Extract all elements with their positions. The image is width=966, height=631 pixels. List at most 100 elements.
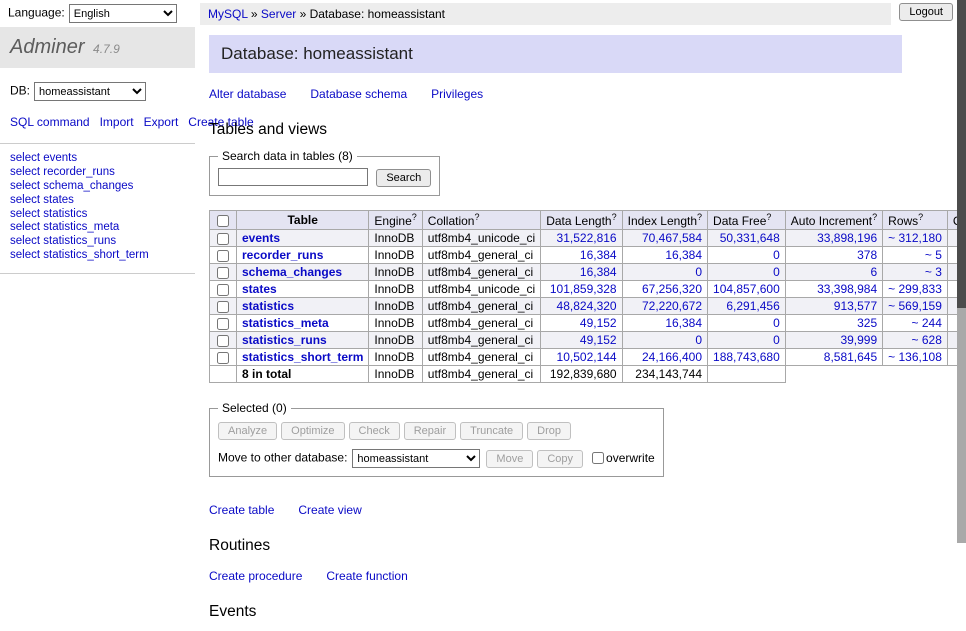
privileges-link[interactable]: Privileges xyxy=(431,87,483,101)
table-name-link[interactable]: statistics xyxy=(242,299,294,313)
sidebar-table-link-statistics-short-term[interactable]: statistics_short_term xyxy=(43,249,148,261)
auto-increment-link[interactable]: 8,581,645 xyxy=(824,350,877,364)
auto-increment-link[interactable]: 378 xyxy=(857,248,877,262)
data-free-link[interactable]: 0 xyxy=(773,333,780,347)
sidebar-table-link-statistics-meta[interactable]: statistics_meta xyxy=(43,221,119,233)
auto-increment-link[interactable]: 325 xyxy=(857,316,877,330)
index-length-link[interactable]: 24,166,400 xyxy=(642,350,702,364)
row-checkbox[interactable] xyxy=(217,284,229,296)
data-length-link[interactable]: 31,522,816 xyxy=(557,231,617,245)
overwrite-checkbox[interactable] xyxy=(592,452,604,464)
row-checkbox[interactable] xyxy=(217,233,229,245)
sidebar-action-sql-command[interactable]: SQL command xyxy=(10,115,90,129)
sidebar-select-link-recorder-runs[interactable]: select xyxy=(10,166,40,178)
data-free-link[interactable]: 188,743,680 xyxy=(713,350,780,364)
sidebar-select-link-statistics-short-term[interactable]: select xyxy=(10,249,40,261)
sidebar-table-link-events[interactable]: events xyxy=(43,152,77,164)
index-length-link[interactable]: 0 xyxy=(695,333,702,347)
index-length-link[interactable]: 67,256,320 xyxy=(642,282,702,296)
index-length-link[interactable]: 16,384 xyxy=(665,248,702,262)
check-button[interactable]: Check xyxy=(349,422,400,440)
sidebar-select-link-events[interactable]: select xyxy=(10,152,40,164)
auto-increment-link[interactable]: 33,898,196 xyxy=(817,231,877,245)
rows-link[interactable]: ~ 569,159 xyxy=(888,299,942,313)
sidebar-select-link-statistics-meta[interactable]: select xyxy=(10,221,40,233)
row-checkbox[interactable] xyxy=(217,335,229,347)
data-length-link[interactable]: 101,859,328 xyxy=(550,282,617,296)
index-length-link[interactable]: 70,467,584 xyxy=(642,231,702,245)
sidebar-select-link-statistics[interactable]: select xyxy=(10,208,40,220)
breadcrumb-link-server[interactable]: Server xyxy=(261,7,296,21)
alter-database-link[interactable]: Alter database xyxy=(209,87,286,101)
column-help-icon[interactable]: ? xyxy=(412,212,417,222)
table-name-link[interactable]: statistics_short_term xyxy=(242,350,363,364)
index-length-link[interactable]: 16,384 xyxy=(665,316,702,330)
auto-increment-link[interactable]: 39,999 xyxy=(840,333,877,347)
table-name-link[interactable]: statistics_runs xyxy=(242,333,327,347)
create-view-link[interactable]: Create view xyxy=(298,503,361,517)
data-length-link[interactable]: 16,384 xyxy=(580,248,617,262)
index-length-link[interactable]: 72,220,672 xyxy=(642,299,702,313)
rows-link[interactable]: ~ 136,108 xyxy=(888,350,942,364)
data-free-link[interactable]: 0 xyxy=(773,265,780,279)
repair-button[interactable]: Repair xyxy=(404,422,456,440)
auto-increment-link[interactable]: 913,577 xyxy=(834,299,877,313)
breadcrumb-link-mysql[interactable]: MySQL xyxy=(208,7,248,21)
table-name-link[interactable]: events xyxy=(242,231,280,245)
rows-link[interactable]: ~ 244 xyxy=(912,316,942,330)
data-length-link[interactable]: 10,502,144 xyxy=(557,350,617,364)
create-function-link[interactable]: Create function xyxy=(326,569,407,583)
row-checkbox[interactable] xyxy=(217,318,229,330)
move-db-select[interactable]: homeassistant xyxy=(352,449,480,468)
data-length-link[interactable]: 48,824,320 xyxy=(557,299,617,313)
sidebar-table-link-schema-changes[interactable]: schema_changes xyxy=(43,180,133,192)
table-name-link[interactable]: states xyxy=(242,282,277,296)
sidebar-select-link-schema-changes[interactable]: select xyxy=(10,180,40,192)
data-free-link[interactable]: 0 xyxy=(773,248,780,262)
auto-increment-link[interactable]: 6 xyxy=(870,265,877,279)
analyze-button[interactable]: Analyze xyxy=(218,422,277,440)
data-length-link[interactable]: 49,152 xyxy=(580,316,617,330)
data-free-link[interactable]: 104,857,600 xyxy=(713,282,780,296)
create-table-link[interactable]: Create table xyxy=(209,503,274,517)
table-name-link[interactable]: recorder_runs xyxy=(242,248,323,262)
move-button[interactable]: Move xyxy=(486,450,533,468)
sidebar-table-link-states[interactable]: states xyxy=(43,194,74,206)
sidebar-action-import[interactable]: Import xyxy=(100,115,134,129)
rows-link[interactable]: ~ 299,833 xyxy=(888,282,942,296)
sidebar-action-export[interactable]: Export xyxy=(144,115,179,129)
data-free-link[interactable]: 0 xyxy=(773,316,780,330)
index-length-link[interactable]: 0 xyxy=(695,265,702,279)
column-help-icon[interactable]: ? xyxy=(697,212,702,222)
sidebar-table-link-recorder-runs[interactable]: recorder_runs xyxy=(43,166,115,178)
row-checkbox[interactable] xyxy=(217,352,229,364)
table-name-link[interactable]: schema_changes xyxy=(242,265,342,279)
auto-increment-link[interactable]: 33,398,984 xyxy=(817,282,877,296)
data-free-link[interactable]: 50,331,648 xyxy=(720,231,780,245)
data-free-link[interactable]: 6,291,456 xyxy=(726,299,779,313)
optimize-button[interactable]: Optimize xyxy=(281,422,344,440)
row-checkbox[interactable] xyxy=(217,267,229,279)
sidebar-table-link-statistics-runs[interactable]: statistics_runs xyxy=(43,235,116,247)
create-procedure-link[interactable]: Create procedure xyxy=(209,569,302,583)
scrollbar-thumb[interactable] xyxy=(957,0,966,308)
drop-button[interactable]: Drop xyxy=(527,422,571,440)
database-schema-link[interactable]: Database schema xyxy=(310,87,407,101)
row-checkbox[interactable] xyxy=(217,250,229,262)
column-help-icon[interactable]: ? xyxy=(612,212,617,222)
sidebar-select-link-statistics-runs[interactable]: select xyxy=(10,235,40,247)
table-name-link[interactable]: statistics_meta xyxy=(242,316,329,330)
truncate-button[interactable]: Truncate xyxy=(460,422,523,440)
scrollbar[interactable] xyxy=(957,0,966,543)
db-select[interactable]: homeassistant xyxy=(34,82,146,101)
column-help-icon[interactable]: ? xyxy=(474,212,479,222)
language-select[interactable]: English xyxy=(69,4,177,23)
search-input[interactable] xyxy=(218,168,368,186)
rows-link[interactable]: ~ 312,180 xyxy=(888,231,942,245)
sidebar-table-link-statistics[interactable]: statistics xyxy=(43,208,87,220)
rows-link[interactable]: ~ 5 xyxy=(925,248,942,262)
data-length-link[interactable]: 16,384 xyxy=(580,265,617,279)
logout-button[interactable]: Logout xyxy=(899,3,953,21)
search-button[interactable]: Search xyxy=(376,169,431,187)
rows-link[interactable]: ~ 628 xyxy=(912,333,942,347)
